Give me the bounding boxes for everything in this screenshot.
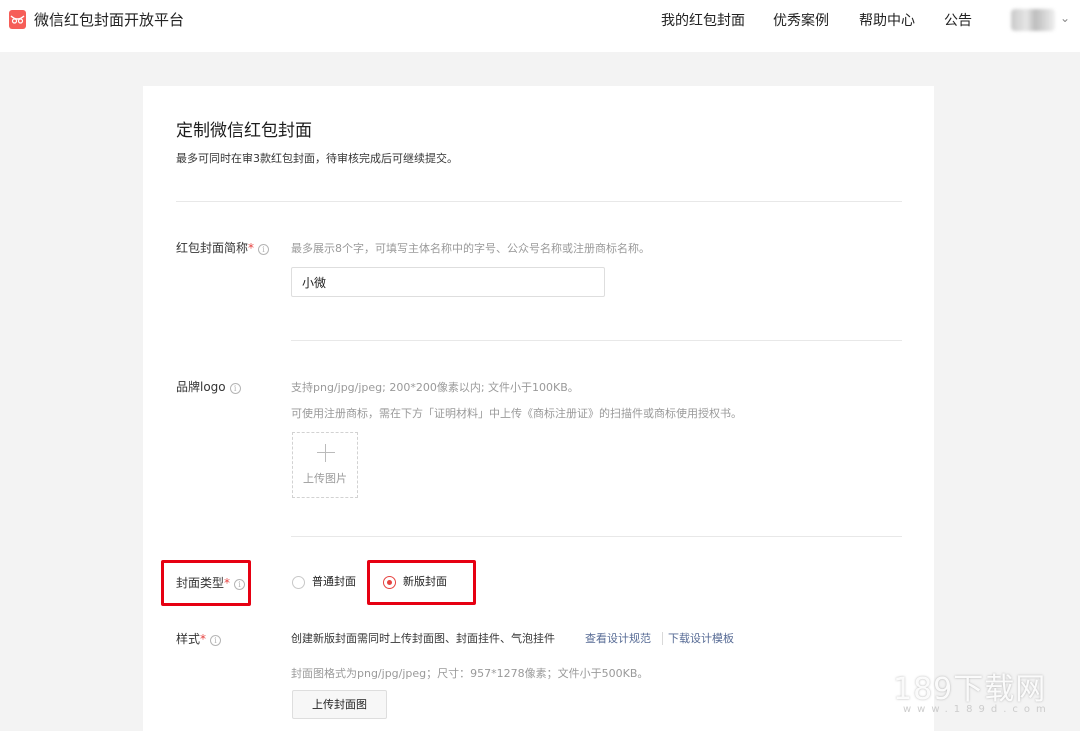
name-field-label: 红包封面简称* i [176, 240, 270, 256]
nav-featured-cases[interactable]: 优秀案例 [773, 12, 829, 30]
page-subtitle: 最多可同时在审3款红包封面，待审核完成后可继续提交。 [176, 152, 458, 165]
platform-logo-icon[interactable] [9, 10, 26, 29]
info-icon[interactable]: i [258, 244, 270, 255]
nav-announcements[interactable]: 公告 [944, 12, 972, 30]
name-field-hint: 最多展示8个字，可填写主体名称中的字号、公众号名称或注册商标名称。 [291, 242, 650, 255]
divider [291, 536, 902, 537]
download-template-link[interactable]: 下载设计模板 [668, 632, 734, 646]
info-icon[interactable]: i [229, 383, 241, 394]
link-separator [662, 632, 663, 645]
watermark-url: www.189d.com [903, 704, 1052, 715]
avatar[interactable] [1011, 9, 1055, 31]
cover-name-input[interactable] [291, 267, 605, 297]
upload-box-label: 上传图片 [303, 472, 347, 485]
platform-title[interactable]: 微信红包封面开放平台 [34, 10, 184, 30]
logo-field-label: 品牌logo i [176, 379, 241, 395]
plus-icon [317, 444, 335, 462]
chevron-down-icon[interactable]: ⌄ [1060, 11, 1070, 25]
style-field-label: 样式* i [176, 631, 222, 647]
divider [176, 201, 902, 202]
divider [291, 340, 902, 341]
logo-upload-box[interactable]: 上传图片 [292, 432, 358, 498]
radio-standard-cover[interactable] [292, 576, 305, 589]
logo-field-note: 可使用注册商标，需在下方「证明材料」中上传《商标注册证》的扫描件或商标使用授权书… [291, 407, 742, 420]
radio-standard-cover-label[interactable]: 普通封面 [312, 575, 356, 589]
top-nav-bar: 微信红包封面开放平台 我的红包封面 优秀案例 帮助中心 公告 ⌄ [0, 0, 1080, 52]
watermark: 189下载网 [893, 672, 1047, 707]
cover-image-hint: 封面图格式为png/jpg/jpeg；尺寸：957*1278像素；文件小于500… [291, 667, 649, 680]
highlight-box-cover-type [161, 560, 251, 606]
style-field-desc: 创建新版封面需同时上传封面图、封面挂件、气泡挂件 [291, 632, 555, 645]
design-spec-link[interactable]: 查看设计规范 [585, 632, 651, 646]
nav-my-covers[interactable]: 我的红包封面 [661, 12, 745, 30]
nav-help-center[interactable]: 帮助中心 [859, 12, 915, 30]
info-icon[interactable]: i [210, 635, 222, 646]
logo-field-hint: 支持png/jpg/jpeg; 200*200像素以内; 文件小于100KB。 [291, 381, 579, 394]
upload-cover-button[interactable]: 上传封面图 [292, 690, 387, 719]
page-title: 定制微信红包封面 [176, 121, 312, 141]
highlight-box-new-cover [367, 560, 476, 605]
